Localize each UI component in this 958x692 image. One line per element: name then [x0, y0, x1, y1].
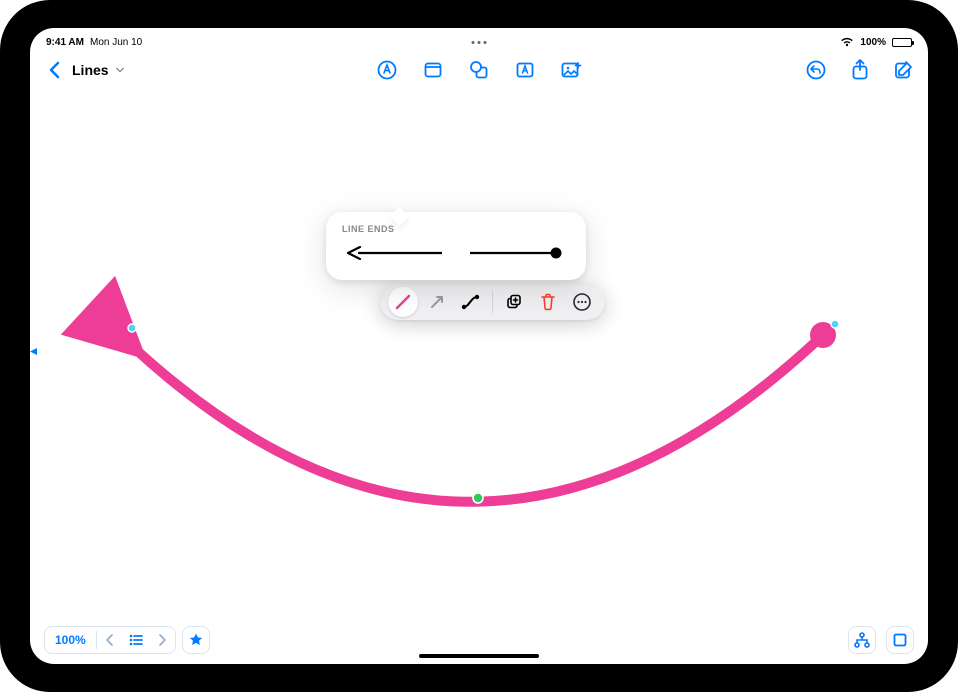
multitask-dots[interactable]	[472, 41, 487, 44]
next-button[interactable]	[149, 626, 175, 654]
undo-button[interactable]	[804, 58, 828, 82]
canvas[interactable]: LINE ENDS	[30, 88, 928, 624]
media-button[interactable]	[559, 58, 583, 82]
stroke-style-button[interactable]	[388, 287, 418, 317]
line-ends-popover: LINE ENDS	[326, 212, 586, 280]
share-button[interactable]	[848, 58, 872, 82]
chevron-down-icon[interactable]	[113, 65, 125, 75]
prev-button[interactable]	[97, 626, 123, 654]
line-end-left-option[interactable]	[346, 246, 446, 260]
status-left: 9:41 AM Mon Jun 10	[46, 37, 142, 48]
delete-button[interactable]	[533, 287, 563, 317]
status-time: 9:41 AM	[46, 37, 84, 48]
arrow-style-button[interactable]	[422, 287, 452, 317]
status-right: 100%	[840, 37, 912, 48]
back-button[interactable]	[42, 58, 66, 82]
shapes-button[interactable]	[467, 58, 491, 82]
device-frame: 9:41 AM Mon Jun 10 100% Lines	[0, 0, 958, 692]
connection-line-button[interactable]	[456, 287, 486, 317]
text-box-button[interactable]	[513, 58, 537, 82]
document-title[interactable]: Lines	[72, 62, 109, 78]
endpoint-handle-right[interactable]	[831, 320, 839, 328]
battery-pct: 100%	[860, 37, 886, 48]
battery-icon	[892, 38, 912, 47]
favorites-button[interactable]	[182, 626, 210, 654]
zoom-value[interactable]: 100%	[45, 633, 96, 647]
separator	[492, 291, 493, 313]
wifi-icon	[840, 37, 854, 47]
compose-button[interactable]	[892, 58, 916, 82]
sticky-note-button[interactable]	[421, 58, 445, 82]
more-button[interactable]	[567, 287, 597, 317]
boards-list-button[interactable]	[123, 626, 149, 654]
markup-tool-button[interactable]	[375, 58, 399, 82]
status-bar: 9:41 AM Mon Jun 10 100%	[30, 32, 928, 52]
line-end-right-option[interactable]	[466, 246, 566, 260]
popover-title: LINE ENDS	[342, 224, 570, 234]
screen: 9:41 AM Mon Jun 10 100% Lines	[30, 28, 928, 664]
context-toolbar	[380, 284, 605, 320]
endpoint-handle-left[interactable]	[128, 324, 136, 332]
diagram-mode-button[interactable]	[848, 626, 876, 654]
curve-control-handle[interactable]	[473, 493, 483, 503]
bottom-bar: 100%	[30, 622, 928, 658]
zoom-controls: 100%	[44, 626, 176, 654]
duplicate-button[interactable]	[499, 287, 529, 317]
app-toolbar: Lines	[30, 52, 928, 88]
home-indicator[interactable]	[419, 654, 539, 658]
status-date: Mon Jun 10	[90, 37, 142, 48]
fit-button[interactable]	[886, 626, 914, 654]
curved-arrow-shape[interactable]	[30, 88, 928, 628]
